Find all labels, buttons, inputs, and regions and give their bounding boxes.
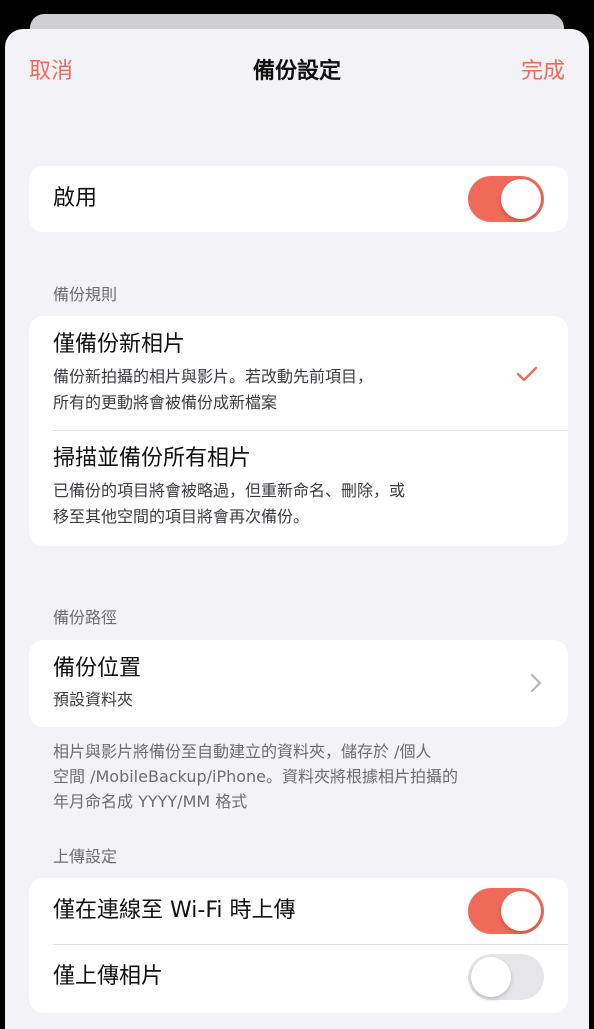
footnote-line: 年月命名成 YYYY/MM 格式 (53, 792, 248, 811)
wifi-only-label: 僅在連線至 Wi-Fi 時上傳 (53, 898, 296, 923)
wifi-only-toggle[interactable] (468, 888, 544, 934)
photos-only-toggle[interactable] (468, 954, 544, 1000)
footnote-line: 空間 /MobileBackup/iPhone。資料夾將根據相片拍攝的 (53, 767, 459, 786)
option-all-photos-title: 掃描並備份所有相片 (53, 446, 252, 471)
backup-location-title: 備份位置 (53, 656, 142, 681)
backup-location-value: 預設資料夾 (53, 690, 134, 709)
enable-label: 啟用 (53, 186, 98, 211)
option-all-photos-desc-1: 已備份的項目將會被略過，但重新命名、刪除，或 (53, 481, 406, 500)
option-new-photos-title: 僅備份新相片 (53, 332, 186, 357)
option-all-photos-row[interactable]: 掃描並備份所有相片 已備份的項目將會被略過，但重新命名、刪除，或 移至其他空間的… (29, 430, 568, 546)
backup-path-header: 備份路徑 (53, 608, 118, 627)
toggle-knob (501, 179, 541, 219)
enable-toggle[interactable] (468, 176, 544, 222)
enable-group: 啟用 (29, 166, 568, 232)
chevron-right-icon (530, 673, 542, 693)
option-all-photos-desc-2: 移至其他空間的項目將會再次備份。 (53, 507, 310, 526)
backup-location-row[interactable]: 備份位置 預設資料夾 (29, 640, 568, 727)
enable-row: 啟用 (29, 166, 568, 232)
backup-path-footnote: 相片與影片將備份至自動建立的資料夾，儲存於 /個人 空間 /MobileBack… (53, 739, 553, 814)
backup-rule-header: 備份規則 (53, 285, 118, 304)
option-new-photos-desc-2: 所有的更動將會被備份成新檔案 (53, 393, 278, 412)
backup-path-group: 備份位置 預設資料夾 (29, 640, 568, 727)
photos-only-row: 僅上傳相片 (29, 944, 568, 1013)
photos-only-label: 僅上傳相片 (53, 964, 164, 989)
upload-settings-header: 上傳設定 (53, 847, 118, 866)
option-new-photos-row[interactable]: 僅備份新相片 備份新拍攝的相片與影片。若改動先前項目， 所有的更動將會被備份成新… (29, 316, 568, 430)
footnote-line: 相片與影片將備份至自動建立的資料夾，儲存於 /個人 (53, 742, 432, 761)
done-button[interactable]: 完成 (521, 57, 565, 87)
toggle-knob (471, 957, 511, 997)
wifi-only-row: 僅在連線至 Wi-Fi 時上傳 (29, 878, 568, 944)
backup-rule-group: 僅備份新相片 備份新拍攝的相片與影片。若改動先前項目， 所有的更動將會被備份成新… (29, 316, 568, 546)
backup-settings-sheet: 取消 備份設定 完成 啟用 備份規則 僅備份新相片 備份新拍攝的相片與影片。若改… (5, 29, 589, 1029)
option-new-photos-desc-1: 備份新拍攝的相片與影片。若改動先前項目， (53, 367, 374, 386)
checkmark-icon (516, 366, 538, 382)
navigation-bar: 取消 備份設定 完成 (5, 29, 589, 117)
upload-settings-group: 僅在連線至 Wi-Fi 時上傳 僅上傳相片 (29, 878, 568, 1013)
toggle-knob (501, 891, 541, 931)
page-title: 備份設定 (252, 59, 341, 84)
